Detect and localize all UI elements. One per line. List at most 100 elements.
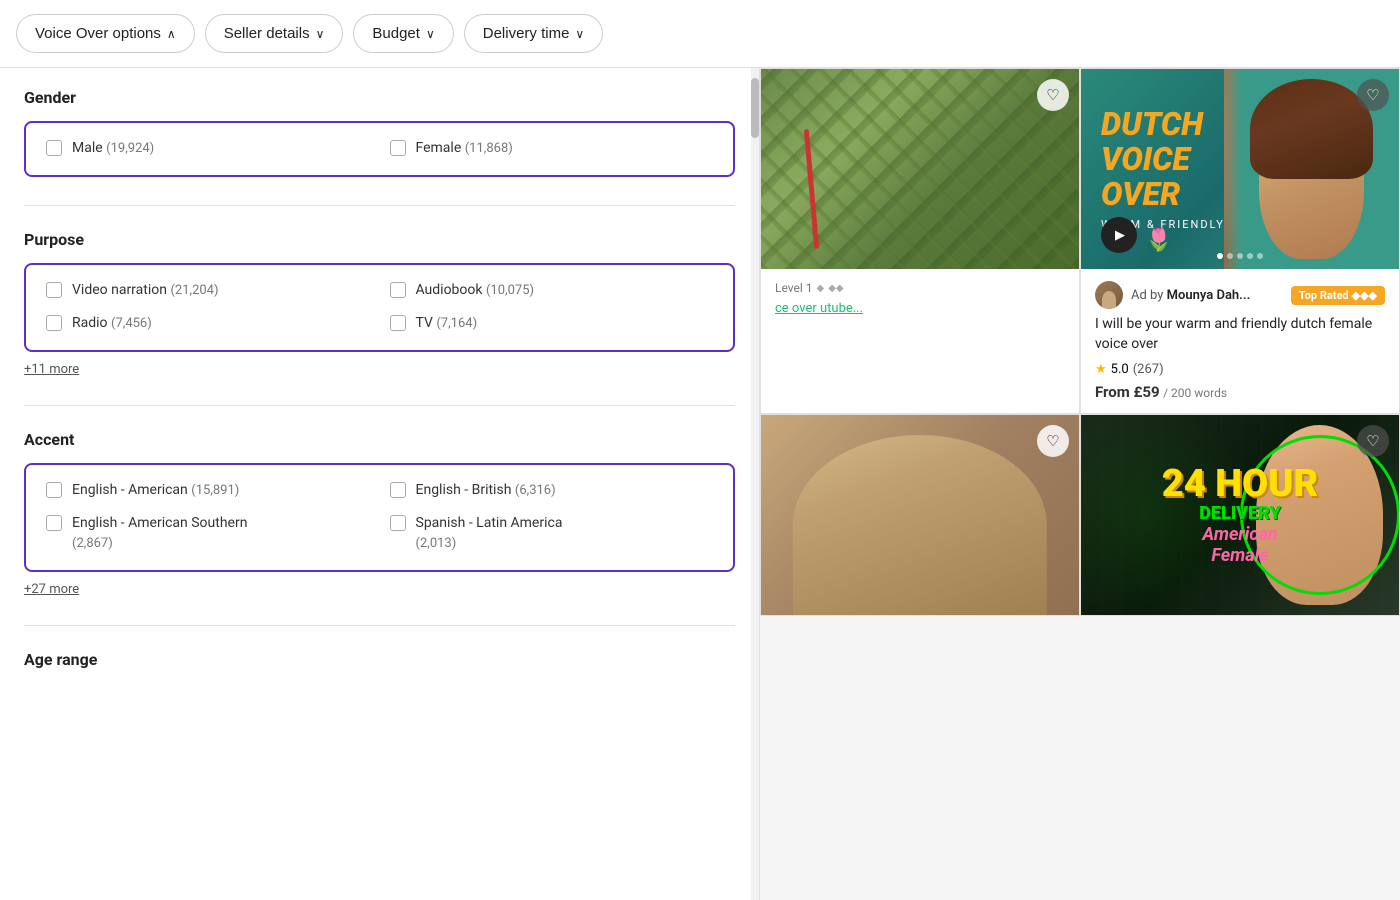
ad-by-label: Ad by bbox=[1131, 288, 1163, 303]
gig-card-2-image: DUTCHVOICEOVER WARM & FRIENDLY 🌷 bbox=[1081, 69, 1399, 269]
filter-btn-voice-over[interactable]: Voice Over options ∧ bbox=[16, 14, 195, 53]
spanish-latin-checkbox[interactable] bbox=[390, 515, 406, 531]
audiobook-checkbox[interactable] bbox=[390, 282, 406, 298]
diamond-icon-1: ◆ bbox=[817, 283, 825, 294]
play-button[interactable] bbox=[1101, 217, 1137, 253]
audiobook-count: (10,075) bbox=[486, 283, 534, 298]
option-video-narration: Video narration (21,204) bbox=[46, 281, 370, 301]
english-british-checkbox[interactable] bbox=[390, 482, 406, 498]
scroll-indicator bbox=[751, 68, 759, 900]
rating-row-2: ★ 5.0 (267) bbox=[1095, 362, 1385, 377]
purpose-more-link[interactable]: +11 more bbox=[24, 362, 79, 377]
american-text: American bbox=[1162, 524, 1319, 545]
seller-avatar-2 bbox=[1095, 281, 1123, 309]
filter-btn-seller-label: Seller details bbox=[224, 25, 310, 42]
male-checkbox[interactable] bbox=[46, 140, 62, 156]
price-unit: / 200 words bbox=[1163, 386, 1227, 400]
dot-2 bbox=[1227, 253, 1233, 259]
gig-title-1: ce over utube... bbox=[775, 299, 1065, 319]
english-american-count: (15,891) bbox=[191, 483, 239, 498]
dot-3 bbox=[1237, 253, 1243, 259]
seller-name-2: Ad by Mounya Dah... bbox=[1131, 288, 1250, 303]
filter-btn-seller-details[interactable]: Seller details ∨ bbox=[205, 14, 344, 53]
video-narration-checkbox[interactable] bbox=[46, 282, 62, 298]
male-count: (19,924) bbox=[106, 141, 154, 156]
heart-btn-3[interactable]: ♡ bbox=[1037, 425, 1069, 457]
option-radio: Radio (7,456) bbox=[46, 314, 370, 334]
delivery-label: DELIVERY bbox=[1162, 503, 1319, 524]
age-range-section: Age range bbox=[24, 650, 735, 669]
chevron-up-icon: ∧ bbox=[167, 27, 176, 41]
english-british-count: (6,316) bbox=[515, 483, 556, 498]
divider-1 bbox=[24, 205, 735, 206]
gig-card-2: DUTCHVOICEOVER WARM & FRIENDLY 🌷 bbox=[1080, 68, 1400, 414]
option-english-american-southern: English - American Southern (2,867) bbox=[46, 514, 370, 553]
level-text-1: Level 1 bbox=[775, 281, 813, 295]
level-row-1: Level 1 ◆ ◆◆ bbox=[775, 281, 1065, 295]
chevron-down-icon-2: ∨ bbox=[426, 27, 435, 41]
hour-24-text: 24 HOUR bbox=[1162, 465, 1319, 503]
filter-bar: Voice Over options ∧ Seller details ∨ Bu… bbox=[0, 0, 1400, 68]
seller-name-text: Mounya Dah... bbox=[1167, 288, 1251, 303]
option-english-american: English - American (15,891) bbox=[46, 481, 370, 501]
dot-1 bbox=[1217, 253, 1223, 259]
filter-btn-delivery-label: Delivery time bbox=[483, 25, 570, 42]
warm-friendly-text: WARM & FRIENDLY bbox=[1101, 218, 1379, 231]
accent-options-box: English - American (15,891) English - Br… bbox=[24, 463, 735, 572]
heart-btn-1[interactable]: ♡ bbox=[1037, 79, 1069, 111]
female-checkbox[interactable] bbox=[390, 140, 406, 156]
diamond-icon-2: ◆◆ bbox=[828, 283, 843, 294]
english-american-checkbox[interactable] bbox=[46, 482, 62, 498]
gig-card-1: ♡ Level 1 ◆ ◆◆ ce over utube... bbox=[760, 68, 1080, 414]
spanish-latin-count: (2,013) bbox=[416, 536, 457, 551]
gender-options-box: Male (19,924) Female (11,868) bbox=[24, 121, 735, 177]
filter-btn-budget[interactable]: Budget ∨ bbox=[353, 14, 453, 53]
price-value: From £59 bbox=[1095, 383, 1160, 401]
radio-checkbox[interactable] bbox=[46, 315, 62, 331]
rating-value: 5.0 bbox=[1111, 362, 1129, 377]
female-count: (11,868) bbox=[465, 141, 513, 156]
heart-btn-2[interactable]: ♡ bbox=[1357, 79, 1389, 111]
filter-panel: Gender Male (19,924) Female (11,868) bbox=[0, 68, 760, 900]
seller-row-2: Ad by Mounya Dah... Top Rated ◆◆◆ bbox=[1095, 281, 1385, 309]
gig-card-4-image: 24 HOUR DELIVERY American Female ♡ bbox=[1081, 415, 1399, 615]
filter-btn-budget-label: Budget bbox=[372, 25, 420, 42]
purpose-section: Purpose Video narration (21,204) Audiobo… bbox=[24, 230, 735, 377]
gig-card-1-info: Level 1 ◆ ◆◆ ce over utube... bbox=[761, 269, 1079, 339]
gig-title-link-1[interactable]: ce over utube... bbox=[775, 301, 863, 316]
spanish-latin-label: Spanish - Latin America (2,013) bbox=[416, 514, 563, 553]
price-row-2: From £59 / 200 words bbox=[1095, 383, 1385, 401]
filter-btn-delivery-time[interactable]: Delivery time ∨ bbox=[464, 14, 603, 53]
tv-checkbox[interactable] bbox=[390, 315, 406, 331]
tv-label: TV (7,164) bbox=[416, 314, 478, 334]
gig-card-3: ♡ bbox=[760, 414, 1080, 616]
option-female: Female (11,868) bbox=[390, 139, 714, 159]
accent-more-link[interactable]: +27 more bbox=[24, 582, 79, 597]
top-rated-diamonds: ◆◆◆ bbox=[1352, 289, 1377, 302]
gig-card-2-info: Ad by Mounya Dah... Top Rated ◆◆◆ I will… bbox=[1081, 269, 1399, 413]
dot-4 bbox=[1247, 253, 1253, 259]
person-partial-image bbox=[761, 415, 1079, 615]
option-tv: TV (7,164) bbox=[390, 314, 714, 334]
option-english-british: English - British (6,316) bbox=[390, 481, 714, 501]
top-rated-badge: Top Rated ◆◆◆ bbox=[1291, 286, 1385, 305]
gig-card-3-image: ♡ bbox=[761, 415, 1079, 615]
gig-card-1-image: ♡ bbox=[761, 69, 1079, 269]
filter-btn-voice-over-label: Voice Over options bbox=[35, 25, 161, 42]
scroll-thumb[interactable] bbox=[751, 78, 759, 138]
purpose-title: Purpose bbox=[24, 230, 735, 249]
dutch-voiceover-image: DUTCHVOICEOVER WARM & FRIENDLY 🌷 bbox=[1081, 69, 1399, 269]
tv-count: (7,164) bbox=[436, 316, 477, 331]
accent-section: Accent English - American (15,891) Engli… bbox=[24, 430, 735, 597]
gender-section: Gender Male (19,924) Female (11,868) bbox=[24, 88, 735, 177]
english-american-southern-label: English - American Southern (2,867) bbox=[72, 514, 247, 553]
rating-count: (267) bbox=[1133, 362, 1164, 377]
option-male: Male (19,924) bbox=[46, 139, 370, 159]
dot-5 bbox=[1257, 253, 1263, 259]
accent-title: Accent bbox=[24, 430, 735, 449]
cards-area: ♡ Level 1 ◆ ◆◆ ce over utube... bbox=[760, 68, 1400, 616]
option-audiobook: Audiobook (10,075) bbox=[390, 281, 714, 301]
video-narration-count: (21,204) bbox=[170, 283, 218, 298]
heart-btn-4[interactable]: ♡ bbox=[1357, 425, 1389, 457]
english-american-southern-checkbox[interactable] bbox=[46, 515, 62, 531]
